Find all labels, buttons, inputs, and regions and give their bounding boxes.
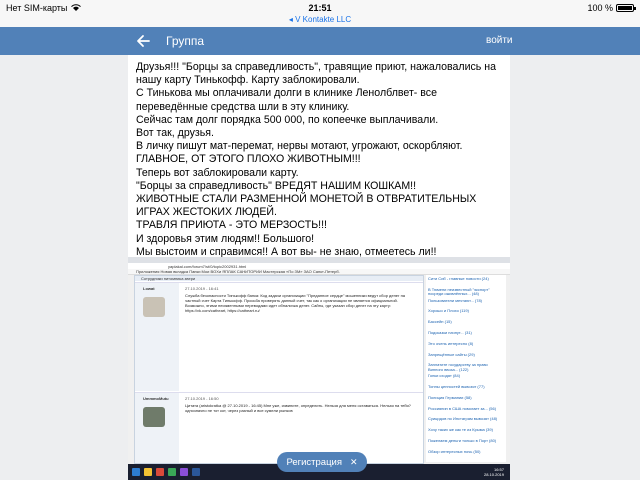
sidebar-link: Тонны ценностей вывозят (77) [428,384,485,389]
login-link[interactable]: войти [486,35,513,46]
bookmarks-text: Приложения Новая вкладка Папки Мои BOXи … [136,269,340,274]
avatar [143,407,165,427]
page-title: Группа [166,34,205,48]
post-line: Сейчас там долг порядка 500 000, по копе… [136,113,439,126]
app-icon [180,468,188,476]
post-line: Теперь вот заблокировали карту. [136,166,299,179]
battery-group: 100 % [587,3,636,13]
sidebar-link: Суицидов по Инстаграм вывозят (48) [428,416,498,422]
post-date: 27.10.2019 - 16:41 [185,286,219,291]
sidebar-link: Пользователи мечтают... (78) [428,297,483,303]
forum-username: UmmmoMutu [143,396,169,401]
status-bar: Нет SIM-карты 21:51 ◂ V Kontakte LLC 100… [0,0,640,27]
post-text: Друзья!!! "Борцы за справедливость", тра… [136,61,508,259]
clock: 21:51 [308,3,332,13]
sidebar-link: Полиция Германии (58) [428,394,472,400]
forum-sidebar: Сити Сиб - главные новости (24) В Тюмени … [426,275,506,462]
word-icon [192,468,200,476]
sidebar-link: Бассейн (15) [428,319,452,325]
post-line: Друзья!!! "Борцы за справедливость", тра… [136,61,497,87]
post-date: 27.10.2019 - 16:50 [185,396,219,401]
register-button[interactable]: Регистрация ✕ [277,452,367,472]
sidebar-link: Хочу таких же как те из Крыма (39) [428,427,493,433]
app-header: Группа войти [0,27,640,55]
right-gutter [510,55,640,480]
sidebar-link: Заплатите государству за право Винного в… [428,362,488,372]
post-body: Цитата (aristokratka @ 27.10.2019 - 16:4… [185,403,411,413]
forum-username: Lowat [143,286,155,291]
register-label: Регистрация [286,457,342,468]
forum-thread: Сотрудники питомника звери Lowat 27.10.2… [134,275,424,464]
battery-percent: 100 % [587,3,613,13]
user-panel [135,393,179,463]
avatar [143,297,165,317]
post-line: "Борцы за справедливость" ВРЕДЯТ НАШИМ К… [136,179,417,192]
post-line: В личку пишут мат-перемат, нервы мотают,… [136,140,463,153]
sidebar-link: Обзор интересных ночь (50) [428,448,481,454]
post-line: И здоровья этим людям!! Большого! [136,232,315,245]
explorer-icon [144,468,152,476]
sidebar-link: Хорошо и Плохо (119) [428,308,469,314]
attached-screenshot[interactable]: yaplakal.com/forum7/st/0/topic2002931.ht… [128,257,510,480]
chrome-icon [168,468,176,476]
sidebar-link: Россиянин в США помогает за... (56) [428,405,497,411]
battery-icon [616,4,636,12]
sidebar-link: Сити Сиб - главные новости (24) [428,276,489,281]
left-gutter [0,55,128,480]
sidebar-link: Это очень интересно (8) [428,340,474,346]
sidebar-link: Подсказки начнут... (31) [428,330,472,335]
back-to-app-link[interactable]: ◂ V Kontakte LLC [0,15,640,24]
post-line: Вот так, друзья. [136,127,214,140]
close-icon[interactable]: ✕ [350,457,358,467]
back-arrow-icon[interactable] [134,31,154,51]
taskbar-clock: 16:57 28.10.2019 [483,467,504,477]
forum-post: Lowat 27.10.2019 - 16:41 Служба безопасн… [135,282,423,391]
post-body: Служба безопасности Тинькофф банка: Код … [185,293,406,313]
sidebar-link: В Тюмени неизвестный "экспорт" посреди о… [428,286,490,297]
post-line: ЖИВОТНЫЕ СТАЛИ РАЗМЕННОЙ МОНЕТОЙ В ОТВРА… [136,193,477,219]
post-line: С Тинькова мы оплачивали долги в клинике… [136,87,437,113]
forum-header: Сотрудники питомника звери [135,276,423,281]
post-container: Друзья!!! "Борцы за справедливость", тра… [128,55,510,480]
post-line: ТРАВЛЯ ПРИЮТА - ЭТО МЕРЗОСТЬ!!! [136,219,327,232]
sidebar-link: Гонки сходят (84) [428,373,461,379]
sidebar-link: Запрещённые сайты (29) [428,351,475,357]
sidebar-link: Пожелаем деньги только в Порт (80) [428,438,497,443]
forum-post: UmmmoMutu 27.10.2019 - 16:50 Цитата (ari… [135,392,423,463]
opera-icon [156,468,164,476]
post-line: ГЛАВНОЕ, ОТ ЭТОГО ПЛОХО ЖИВОТНЫМ!!! [136,153,361,166]
start-icon [132,468,140,476]
